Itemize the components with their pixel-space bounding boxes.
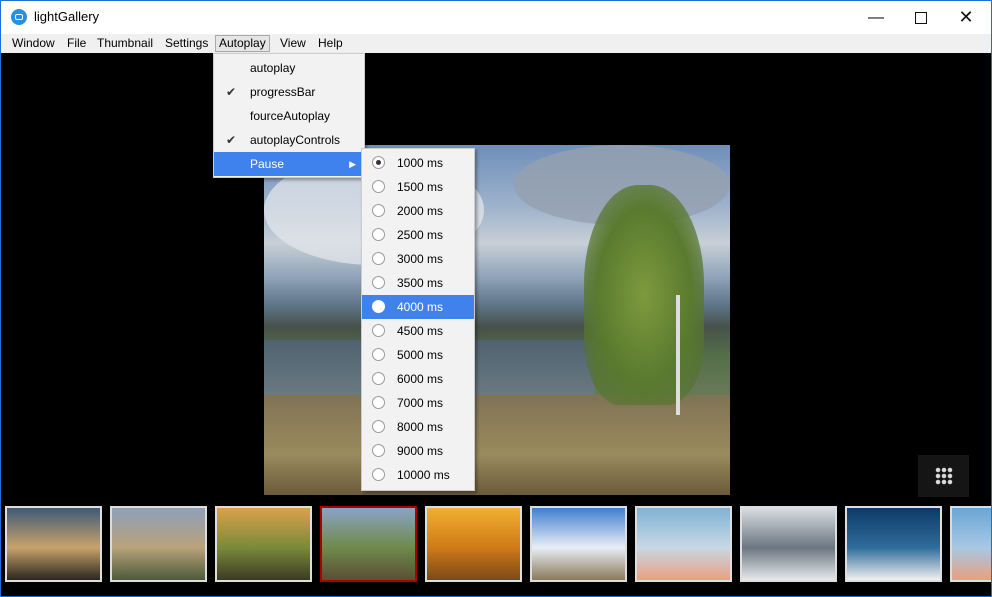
radio-icon [372,348,385,361]
thumbnail-strip [1,498,991,596]
pause-option[interactable]: 7000 ms [362,391,474,415]
pause-option[interactable]: 4000 ms [362,295,474,319]
menu-file[interactable]: File [64,35,89,52]
thumbnail-item[interactable] [215,506,312,582]
menu-item-pause[interactable]: Pause ▶ [214,152,364,176]
pause-option-label: 2000 ms [397,204,444,218]
radio-icon [372,204,385,217]
grid-icon [935,467,953,485]
thumbnail-item[interactable] [5,506,102,582]
pause-option-label: 4500 ms [397,324,444,338]
pause-option-label: 6000 ms [397,372,444,386]
pause-option-label: 7000 ms [397,396,444,410]
thumbnail-item[interactable] [950,506,991,582]
pause-option[interactable]: 1000 ms [362,151,474,175]
radio-icon [372,396,385,409]
radio-icon [372,276,385,289]
menu-thumbnail[interactable]: Thumbnail [94,35,156,52]
pause-option[interactable]: 2000 ms [362,199,474,223]
thumbnail-item[interactable] [845,506,942,582]
maximize-icon [915,11,927,24]
menu-item-autoplay[interactable]: autoplay [214,56,364,80]
thumbnail-item[interactable] [110,506,207,582]
menu-item-label: autoplayControls [250,133,341,147]
pause-option[interactable]: 3000 ms [362,247,474,271]
pause-option[interactable]: 2500 ms [362,223,474,247]
app-window: lightGallery — ✕ Window File Thumbnail S… [0,0,992,597]
menu-item-label: Pause [250,157,285,171]
thumbnail-item[interactable] [320,506,417,582]
pause-option[interactable]: 5000 ms [362,343,474,367]
pause-option-label: 10000 ms [397,468,450,482]
app-icon [11,9,27,25]
pause-option[interactable]: 10000 ms [362,463,474,487]
pause-option-label: 5000 ms [397,348,444,362]
submenu-arrow-icon: ▶ [349,159,356,169]
image-tree [584,185,704,405]
menu-item-progressbar[interactable]: ✔ progressBar [214,80,364,104]
title-bar[interactable]: lightGallery — ✕ [1,1,991,34]
radio-icon [372,228,385,241]
image-grass [264,395,730,495]
thumbnail-item[interactable] [425,506,522,582]
radio-icon [372,420,385,433]
radio-icon [372,324,385,337]
thumbnail-item[interactable] [740,506,837,582]
pause-option[interactable]: 6000 ms [362,367,474,391]
menu-item-label: progressBar [250,85,316,99]
pause-option-label: 1000 ms [397,156,444,170]
minimize-button[interactable]: — [853,1,899,34]
radio-icon [372,180,385,193]
autoplay-dropdown-menu: autoplay ✔ progressBar fourceAutoplay ✔ … [213,53,365,178]
radio-icon [372,444,385,457]
menu-item-fourceautoplay[interactable]: fourceAutoplay [214,104,364,128]
pause-option[interactable]: 9000 ms [362,439,474,463]
pause-option[interactable]: 1500 ms [362,175,474,199]
maximize-button[interactable] [898,1,944,34]
pause-option-label: 2500 ms [397,228,444,242]
pause-option[interactable]: 3500 ms [362,271,474,295]
pause-option-label: 3000 ms [397,252,444,266]
pause-option-label: 1500 ms [397,180,444,194]
pause-option[interactable]: 8000 ms [362,415,474,439]
pause-option-label: 4000 ms [397,300,444,314]
menu-bar: Window File Thumbnail Settings Autoplay … [1,34,991,53]
menu-item-label: fourceAutoplay [250,109,331,123]
radio-icon [372,156,385,169]
menu-item-label: autoplay [250,61,296,75]
thumbnail-toggle-button[interactable] [918,455,969,497]
menu-item-autoplaycontrols[interactable]: ✔ autoplayControls [214,128,364,152]
menu-help[interactable]: Help [315,35,346,52]
pause-option[interactable]: 4500 ms [362,319,474,343]
main-image [264,145,730,495]
menu-window[interactable]: Window [9,35,58,52]
image-trunk [676,295,680,415]
radio-icon [372,372,385,385]
pause-submenu: 1000 ms 1500 ms 2000 ms 2500 ms 3000 ms … [361,148,475,491]
radio-icon [372,300,385,313]
radio-icon [372,252,385,265]
check-icon: ✔ [226,85,237,99]
pause-option-label: 8000 ms [397,420,444,434]
thumbnail-item[interactable] [530,506,627,582]
menu-autoplay[interactable]: Autoplay [215,35,270,52]
radio-icon [372,468,385,481]
window-title: lightGallery [34,9,100,24]
pause-option-label: 3500 ms [397,276,444,290]
thumbnail-item[interactable] [635,506,732,582]
menu-settings[interactable]: Settings [162,35,211,52]
close-button[interactable]: ✕ [943,1,989,34]
menu-view[interactable]: View [277,35,309,52]
check-icon: ✔ [226,133,237,147]
pause-option-label: 9000 ms [397,444,444,458]
